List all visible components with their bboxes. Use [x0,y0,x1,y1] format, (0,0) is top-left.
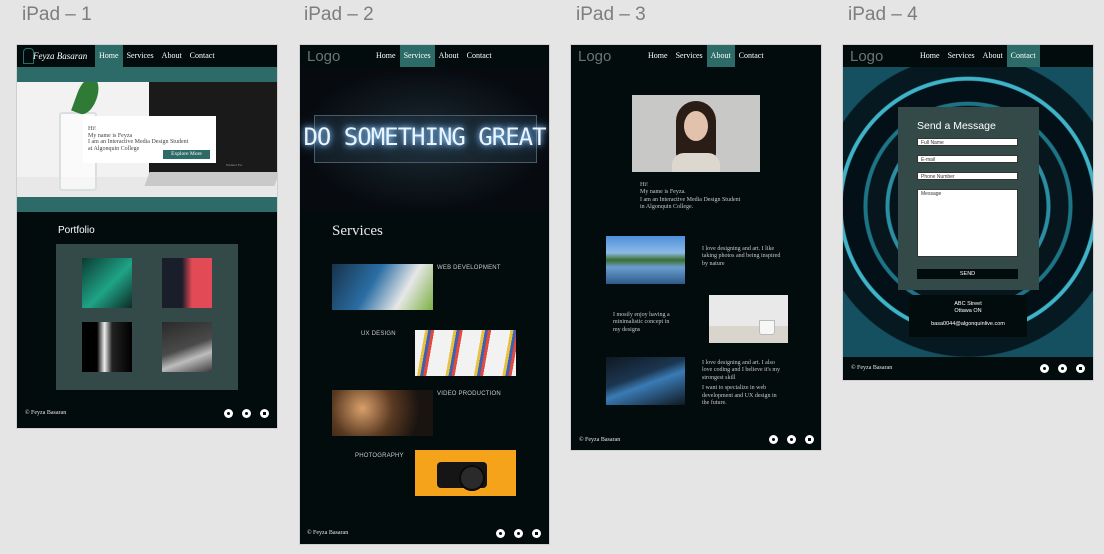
full-name-input[interactable]: Full Name [917,138,1018,146]
portfolio-item-1[interactable] [82,258,132,308]
social-links [769,435,814,444]
frame-ipad-3: Logo Home Services About Contact Hi! My n… [571,45,821,450]
form-title: Send a Message [917,120,996,132]
footer-copyright: © Feyza Basaran [25,410,67,416]
navbar: Logo Home Services About Contact [300,45,549,67]
portfolio-item-2[interactable] [162,258,212,308]
phone-input[interactable]: Phone Number [917,172,1018,180]
navbar: Logo Home Services About Contact [571,45,821,67]
section-title-services: Services [332,223,383,239]
frame-ipad-1: Feyza Basaran Home Services About Contac… [17,45,277,428]
twitter-icon[interactable] [242,409,251,418]
hero-line-3: I am an Interactive Media Design Student [88,139,189,145]
instagram-icon[interactable] [496,529,505,538]
twitter-icon[interactable] [787,435,796,444]
nav-about[interactable]: About [435,45,463,67]
nav-contact[interactable]: Contact [1006,45,1040,67]
contact-form: Send a Message Full Name E-mail Phone Nu… [898,107,1039,290]
about-image-minimal [709,295,788,343]
neon-sign-text: DO SOMETHING GREAT [303,123,546,151]
nav-services[interactable]: Services [123,45,158,67]
address-street: ABC Street [954,301,982,307]
nav-about[interactable]: About [979,45,1007,67]
footer: © Feyza Basaran [843,357,1093,380]
message-textarea[interactable]: Message [917,189,1018,257]
social-links [224,409,269,418]
frame-ipad-2: Logo Home Services About Contact DO SOME… [300,45,549,544]
nav-services[interactable]: Services [672,45,707,67]
linkedin-icon[interactable] [805,435,814,444]
nav-home[interactable]: Home [916,45,944,67]
nav-contact[interactable]: Contact [735,45,768,67]
service-web-development[interactable]: WEB DEVELOPMENT [437,265,501,271]
twitter-icon[interactable] [1058,364,1067,373]
nav-home[interactable]: Home [95,45,123,67]
nav-about[interactable]: About [706,45,735,67]
footer-copyright: © Feyza Basaran [307,530,349,536]
nav-contact[interactable]: Contact [463,45,496,67]
social-links [1040,364,1085,373]
footer-copyright: © Feyza Basaran [579,437,621,443]
footer-copyright: © Feyza Basaran [851,365,893,371]
service-image-video [332,390,433,436]
frame-title-3: iPad – 3 [576,4,646,25]
contact-email[interactable]: basa0044@algonquinlive.com [909,321,1027,328]
frame-ipad-4: Logo Home Services About Contact Send a … [843,45,1093,380]
service-image-ux [415,330,516,376]
instagram-icon[interactable] [224,409,233,418]
brand-name[interactable]: Feyza Basaran [33,51,87,61]
service-photography[interactable]: PHOTOGRAPHY [355,453,404,459]
linkedin-icon[interactable] [260,409,269,418]
hero-card: Hi! My name is Feyza I am an Interactive… [83,116,216,163]
about-text-2: I mostly enjoy having a minimalistic conc… [613,312,670,333]
logo[interactable]: Logo [307,48,340,65]
linkedin-icon[interactable] [1076,364,1085,373]
service-image-web [332,264,433,310]
navbar: Logo Home Services About Contact [843,45,1093,67]
email-input[interactable]: E-mail [917,155,1018,163]
hero-neon-image: DO SOMETHING GREAT [300,67,549,211]
logo[interactable]: Logo [578,48,611,65]
nav-home[interactable]: Home [372,45,400,67]
profile-photo [632,95,760,172]
nav-about[interactable]: About [158,45,186,67]
about-text-1: I love designing and art. I like taking p… [702,246,781,267]
send-button[interactable]: SEND [917,269,1018,279]
hero-band-bottom [17,197,277,212]
hero-band [17,67,277,82]
portfolio-item-3[interactable] [82,322,132,372]
social-links [496,529,541,538]
nav-services[interactable]: Services [944,45,979,67]
frame-title-2: iPad – 2 [304,4,374,25]
about-image-code [606,357,685,405]
service-image-photo [415,450,516,496]
explore-more-button[interactable]: Explore More [163,150,210,159]
twitter-icon[interactable] [514,529,523,538]
about-text-3: I love designing and art. I also love cod… [702,360,781,407]
nav-home[interactable]: Home [644,45,672,67]
logo[interactable]: Logo [850,48,883,65]
instagram-icon[interactable] [1040,364,1049,373]
nav-services[interactable]: Services [399,45,435,67]
portfolio-grid [56,244,238,390]
frame-title-4: iPad – 4 [848,4,918,25]
about-image-nature [606,236,685,284]
service-ux-design[interactable]: UX DESIGN [361,331,396,337]
address-box: ABC Street Ottawa ON basa0044@algonquinl… [909,295,1027,337]
section-title-portfolio: Portfolio [58,225,95,236]
instagram-icon[interactable] [769,435,778,444]
service-video-production[interactable]: VIDEO PRODUCTION [437,391,501,397]
about-intro: Hi! My name is Feyza. I am an Interactive … [640,182,741,211]
linkedin-icon[interactable] [532,529,541,538]
address-city: Ottawa ON [954,308,982,314]
frame-title-1: iPad – 1 [22,4,92,25]
nav-contact[interactable]: Contact [186,45,219,67]
hero-tag: Nadiaet Ew [226,163,243,167]
portfolio-item-4[interactable] [162,322,212,372]
navbar: Feyza Basaran Home Services About Contac… [17,45,277,67]
